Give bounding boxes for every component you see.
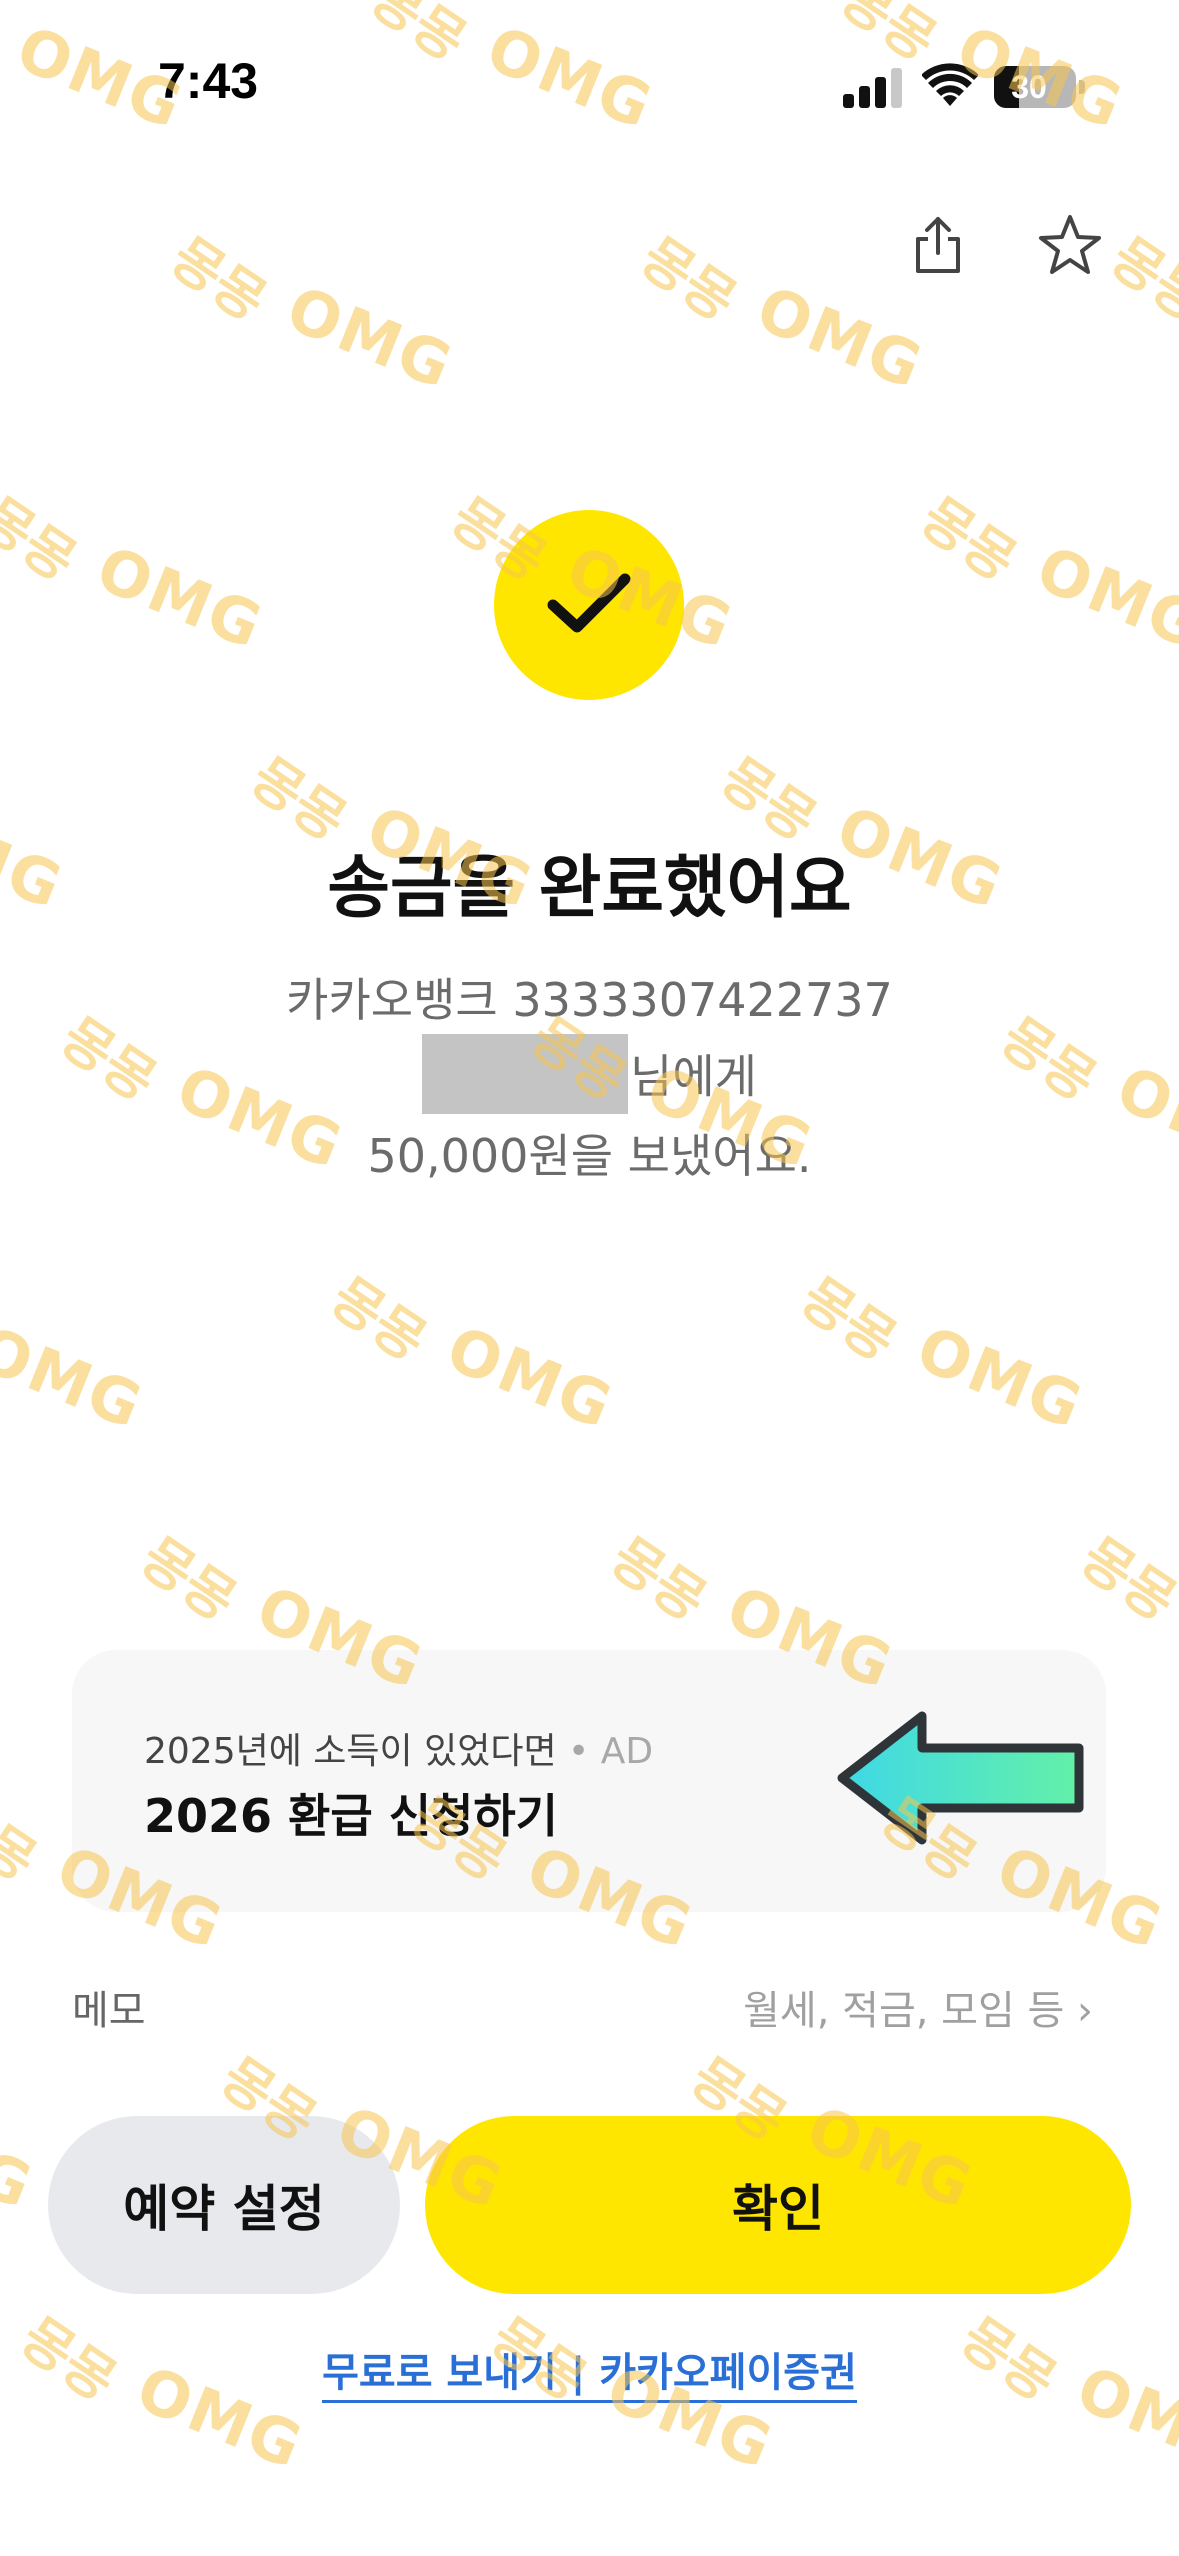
ad-marker: • AD — [556, 1731, 654, 1772]
watermark-korean: 몽몽 — [789, 1265, 908, 1374]
status-bar: 7:43 30 — [0, 0, 1179, 150]
recipient-line: 님에게 — [0, 1034, 1179, 1120]
redacted-recipient-name — [422, 1034, 629, 1114]
watermark-mark: 몽몽OMG — [160, 220, 465, 404]
watermark-mark: 몽몽OMG — [0, 1260, 155, 1444]
watermark-korean: 몽몽 — [0, 485, 88, 594]
watermark-english: OMG — [87, 531, 274, 664]
watermark-korean: 몽몽 — [629, 225, 748, 334]
watermark-english: OMG — [907, 1311, 1094, 1444]
tax-refund-ad-card[interactable]: 2025년에 소득이 있었다면 • AD 2026 환급 신청하기 — [72, 1650, 1106, 1912]
watermark-korean: 몽몽 — [0, 1785, 48, 1894]
watermark-korean: 몽몽 — [129, 1525, 248, 1634]
recipient-suffix: 님에게 — [630, 1049, 757, 1104]
watermark-english: OMG — [1027, 531, 1179, 664]
watermark-mark: 몽몽OMG — [910, 480, 1179, 664]
battery-icon: 30 — [994, 66, 1076, 108]
signal-icon — [843, 68, 903, 108]
watermark-korean: 몽몽 — [599, 1525, 718, 1634]
watermark-english: OMG — [0, 1311, 154, 1444]
watermark-korean: 몽몽 — [319, 1265, 438, 1374]
check-icon — [547, 573, 631, 633]
confirm-button[interactable]: 확인 — [425, 2116, 1131, 2294]
ad-subtitle: 2025년에 소득이 있었다면 • AD — [144, 1722, 653, 1774]
watermark-english: OMG — [437, 1311, 624, 1444]
memo-field[interactable]: 월세, 적금, 모임 등 › — [743, 1978, 1093, 2036]
footer-link-text[interactable]: 무료로 보내기 | 카카오페이증권 — [322, 2350, 857, 2403]
watermark-korean: 몽몽 — [909, 485, 1028, 594]
recipient-bank-account: 카카오뱅크 3333307422737 — [286, 973, 893, 1027]
amount-message: 50,000원을 보냈어요. — [367, 1129, 812, 1183]
watermark-korean: 몽몽 — [1099, 225, 1179, 334]
watermark-mark: 몽몽OMG — [0, 2040, 45, 2224]
transfer-complete-screen: 7:43 30 송금을 완료했어요 카카오뱅크 3333307422737 님에… — [0, 0, 1179, 2556]
watermark-mark: 몽몽OMG — [790, 1260, 1095, 1444]
star-icon[interactable] — [1030, 205, 1110, 285]
watermark-mark: 몽몽OMG — [630, 220, 935, 404]
schedule-button[interactable]: 예약 설정 — [48, 2116, 400, 2294]
watermark-mark: 몽몽OMG — [320, 1260, 625, 1444]
share-icon[interactable] — [898, 205, 978, 285]
battery-cap — [1079, 80, 1085, 94]
status-time: 7:43 — [158, 53, 259, 109]
ad-subtitle-text: 2025년에 소득이 있었다면 — [144, 1731, 557, 1772]
watermark-english: OMG — [277, 271, 464, 404]
battery-percentage: 30 — [1011, 69, 1047, 105]
left-arrow-icon — [837, 1711, 1084, 1845]
watermark-mark: 몽몽OMG — [0, 480, 275, 664]
watermark-korean: 몽몽 — [159, 225, 278, 334]
success-check-badge — [494, 510, 684, 700]
page-title: 송금을 완료했어요 — [327, 849, 852, 928]
free-transfer-link[interactable]: 무료로 보내기 | 카카오페이증권 — [0, 2340, 1179, 2403]
ad-title: 2026 환급 신청하기 — [144, 1789, 558, 1843]
wifi-icon — [922, 63, 978, 106]
watermark-mark: 몽몽OMG — [1100, 220, 1179, 404]
watermark-korean: 몽몽 — [1069, 1525, 1179, 1634]
watermark-english: OMG — [0, 2091, 44, 2224]
memo-label: 메모 — [72, 1988, 146, 2034]
watermark-english: OMG — [747, 271, 934, 404]
